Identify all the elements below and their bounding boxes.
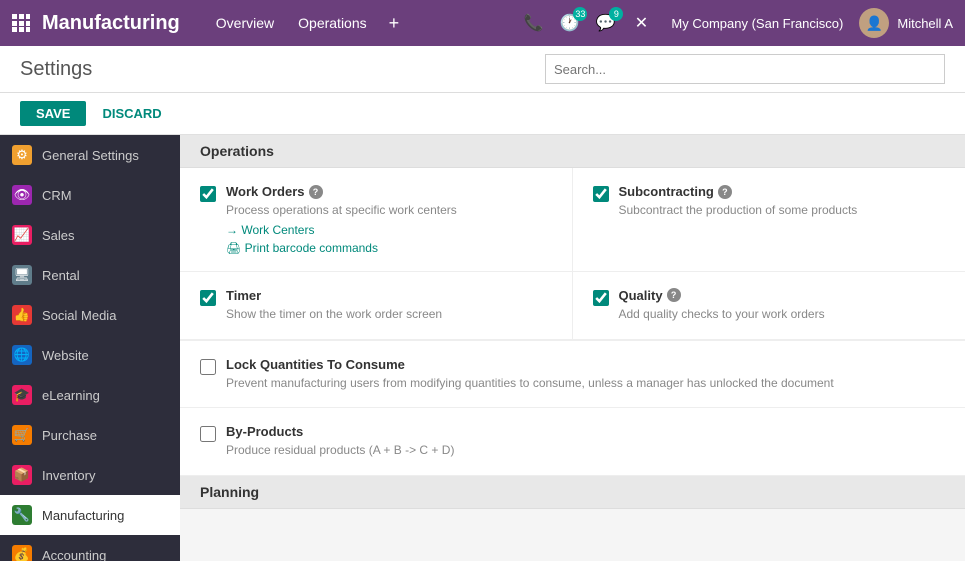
section-header-operations: Operations [180, 135, 965, 168]
setting-cell-timer: Timer Show the timer on the work order sc… [180, 272, 573, 340]
discard-button[interactable]: DISCARD [94, 101, 169, 126]
sidebar-item-rental[interactable]: 🖥 Rental [0, 255, 180, 295]
save-button[interactable]: SAVE [20, 101, 86, 126]
sidebar-item-accounting[interactable]: 💰 Accounting [0, 535, 180, 561]
sidebar-item-purchase[interactable]: 🛒 Purchase [0, 415, 180, 455]
sidebar-item-general[interactable]: ⚙ General Settings [0, 135, 180, 175]
search-input[interactable] [545, 54, 945, 84]
phone-icon[interactable]: 📞 [519, 9, 547, 37]
setting-cell-work-orders: Work Orders? Process operations at specif… [180, 168, 573, 272]
crm-icon: 👁 [12, 185, 32, 205]
sidebar-label-accounting: Accounting [42, 548, 106, 561]
setting-desc-work-orders: Process operations at specific work cent… [226, 202, 457, 219]
setting-label-quality: Quality? [619, 288, 825, 303]
sidebar-label-manufacturing: Manufacturing [42, 508, 124, 523]
setting-label-lock-quantities: Lock Quantities To Consume [226, 357, 834, 372]
sidebar-label-crm: CRM [42, 188, 72, 203]
sidebar-label-social: Social Media [42, 308, 116, 323]
app-title: Manufacturing [42, 12, 180, 35]
main-layout: ⚙ General Settings 👁 CRM 📈 Sales 🖥 Renta… [0, 135, 965, 561]
general-icon: ⚙ [12, 145, 32, 165]
subheader: Settings [0, 46, 965, 93]
purchase-icon: 🛒 [12, 425, 32, 445]
checkbox-lock-quantities[interactable] [200, 359, 216, 375]
setting-row-work-orders: Work Orders? Process operations at specif… [200, 184, 552, 255]
checkbox-timer[interactable] [200, 290, 216, 306]
setting-label-by-products: By-Products [226, 424, 454, 439]
checkbox-quality[interactable] [593, 290, 609, 306]
sidebar-item-inventory[interactable]: 📦 Inventory [0, 455, 180, 495]
top-nav: Manufacturing Overview Operations + 📞 🕐 … [0, 0, 965, 46]
setting-cell-subcontracting: Subcontracting? Subcontract the productio… [573, 168, 965, 272]
clock-badge: 33 [573, 7, 587, 21]
setting-link-work-centers[interactable]: → Work Centers [226, 223, 457, 237]
sidebar: ⚙ General Settings 👁 CRM 📈 Sales 🖥 Renta… [0, 135, 180, 561]
nav-overview[interactable]: Overview [204, 0, 286, 46]
setting-full-lock-quantities: Lock Quantities To Consume Prevent manufa… [180, 341, 965, 409]
nav-operations[interactable]: Operations [286, 0, 378, 46]
company-name: My Company (San Francisco) [671, 16, 843, 31]
help-icon-work-orders[interactable]: ? [309, 185, 323, 199]
sidebar-label-purchase: Purchase [42, 428, 97, 443]
checkbox-by-products[interactable] [200, 426, 216, 442]
nav-right: 📞 🕐 33 💬 9 ✕ My Company (San Francisco) … [519, 8, 953, 38]
user-avatar[interactable]: 👤 [859, 8, 889, 38]
clock-icon[interactable]: 🕐 33 [555, 9, 583, 37]
page-title: Settings [20, 58, 92, 81]
chat-badge: 9 [609, 7, 623, 21]
setting-label-work-orders: Work Orders? [226, 184, 457, 199]
elearning-icon: 🎓 [12, 385, 32, 405]
sidebar-label-website: Website [42, 348, 89, 363]
setting-label-timer: Timer [226, 288, 442, 303]
setting-row-by-products: By-Products Produce residual products (A … [200, 424, 945, 459]
sidebar-item-sales[interactable]: 📈 Sales [0, 215, 180, 255]
website-icon: 🌐 [12, 345, 32, 365]
nav-links: Overview Operations + [204, 0, 520, 46]
settings-content: Operations Work Orders? Process operations… [180, 135, 965, 561]
sidebar-label-elearning: eLearning [42, 388, 100, 403]
grid-menu-icon[interactable] [12, 14, 30, 32]
manufacturing-icon: 🔧 [12, 505, 32, 525]
inventory-icon: 📦 [12, 465, 32, 485]
sidebar-item-crm[interactable]: 👁 CRM [0, 175, 180, 215]
section-header-planning: Planning [180, 476, 965, 509]
setting-desc-subcontracting: Subcontract the production of some produ… [619, 202, 858, 219]
accounting-icon: 💰 [12, 545, 32, 561]
setting-desc-by-products: Produce residual products (A + B -> C + … [226, 442, 454, 459]
social-icon: 👍 [12, 305, 32, 325]
sidebar-item-social[interactable]: 👍 Social Media [0, 295, 180, 335]
setting-desc-timer: Show the timer on the work order screen [226, 306, 442, 323]
setting-row-lock-quantities: Lock Quantities To Consume Prevent manufa… [200, 357, 945, 392]
checkbox-work-orders[interactable] [200, 186, 216, 202]
settings-grid-operations: Work Orders? Process operations at specif… [180, 168, 965, 341]
close-icon[interactable]: ✕ [627, 9, 655, 37]
user-name: Mitchell A [897, 16, 953, 31]
setting-cell-quality: Quality? Add quality checks to your work … [573, 272, 965, 340]
setting-row-timer: Timer Show the timer on the work order sc… [200, 288, 552, 323]
help-icon-quality[interactable]: ? [667, 288, 681, 302]
sidebar-label-general: General Settings [42, 148, 139, 163]
action-bar: SAVE DISCARD [0, 93, 965, 135]
sales-icon: 📈 [12, 225, 32, 245]
sidebar-item-elearning[interactable]: 🎓 eLearning [0, 375, 180, 415]
setting-link-print-barcode-commands[interactable]: 🖨 Print barcode commands [226, 241, 457, 255]
checkbox-subcontracting[interactable] [593, 186, 609, 202]
sidebar-label-rental: Rental [42, 268, 80, 283]
chat-icon[interactable]: 💬 9 [591, 9, 619, 37]
setting-row-quality: Quality? Add quality checks to your work … [593, 288, 946, 323]
setting-desc-quality: Add quality checks to your work orders [619, 306, 825, 323]
sidebar-label-inventory: Inventory [42, 468, 95, 483]
nav-add[interactable]: + [379, 0, 410, 46]
help-icon-subcontracting[interactable]: ? [718, 185, 732, 199]
sidebar-label-sales: Sales [42, 228, 75, 243]
setting-row-subcontracting: Subcontracting? Subcontract the productio… [593, 184, 946, 219]
setting-label-subcontracting: Subcontracting? [619, 184, 858, 199]
sidebar-item-website[interactable]: 🌐 Website [0, 335, 180, 375]
setting-desc-lock-quantities: Prevent manufacturing users from modifyi… [226, 375, 834, 392]
rental-icon: 🖥 [12, 265, 32, 285]
setting-full-by-products: By-Products Produce residual products (A … [180, 408, 965, 476]
sidebar-item-manufacturing[interactable]: 🔧 Manufacturing [0, 495, 180, 535]
